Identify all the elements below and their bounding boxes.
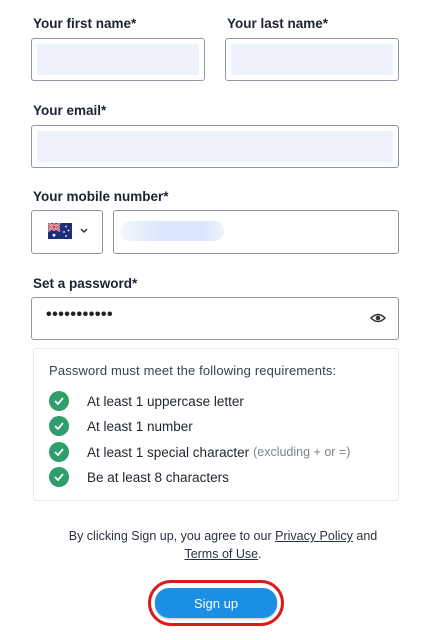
sign-up-button[interactable]: Sign up xyxy=(155,588,277,618)
requirement-note: (excluding + or =) xyxy=(253,445,351,459)
last-name-label: Your last name* xyxy=(227,16,329,31)
mobile-number-value xyxy=(120,221,224,241)
requirement-item: At least 1 special character (excluding … xyxy=(49,442,350,462)
requirement-text: At least 1 number xyxy=(87,418,193,434)
email-label: Your email* xyxy=(33,103,107,118)
requirement-text: At least 1 special character xyxy=(87,444,250,460)
requirement-item: At least 1 number xyxy=(49,416,193,436)
consent-middle: and xyxy=(352,529,378,543)
password-masked-value: ••••••••••• xyxy=(46,306,114,323)
check-circle-icon xyxy=(49,442,69,462)
consent-prefix: By clicking Sign up, you agree to our xyxy=(68,529,276,543)
requirements-title: Password must meet the following require… xyxy=(49,363,337,378)
password-requirements: Password must meet the following require… xyxy=(33,348,399,501)
mobile-number-input[interactable] xyxy=(113,210,399,254)
first-name-input-area xyxy=(37,44,199,75)
consent-text: By clicking Sign up, you agree to our Pr… xyxy=(20,527,426,563)
email-input-area xyxy=(37,131,393,162)
check-circle-icon xyxy=(49,416,69,436)
last-name-input-area xyxy=(231,44,393,75)
requirement-text: At least 1 uppercase letter xyxy=(87,393,244,409)
consent-suffix: . xyxy=(258,547,262,561)
first-name-input[interactable] xyxy=(31,38,205,81)
first-name-label: Your first name* xyxy=(33,16,137,31)
terms-of-use-link[interactable]: Terms of Use xyxy=(184,547,258,561)
requirement-item: At least 1 uppercase letter xyxy=(49,391,244,411)
password-label: Set a password* xyxy=(33,276,138,291)
requirement-item: Be at least 8 characters xyxy=(49,467,229,487)
eye-icon[interactable] xyxy=(370,312,386,324)
check-circle-icon xyxy=(49,467,69,487)
email-input[interactable] xyxy=(31,125,399,168)
privacy-policy-link[interactable]: Privacy Policy xyxy=(275,529,353,543)
chevron-down-icon xyxy=(80,228,88,234)
country-code-select[interactable] xyxy=(31,210,103,254)
password-input[interactable]: ••••••••••• xyxy=(31,297,399,340)
last-name-input[interactable] xyxy=(225,38,399,81)
mobile-label: Your mobile number* xyxy=(33,189,169,204)
australia-flag-icon xyxy=(48,223,72,239)
requirement-text: Be at least 8 characters xyxy=(87,469,229,485)
check-circle-icon xyxy=(49,391,69,411)
